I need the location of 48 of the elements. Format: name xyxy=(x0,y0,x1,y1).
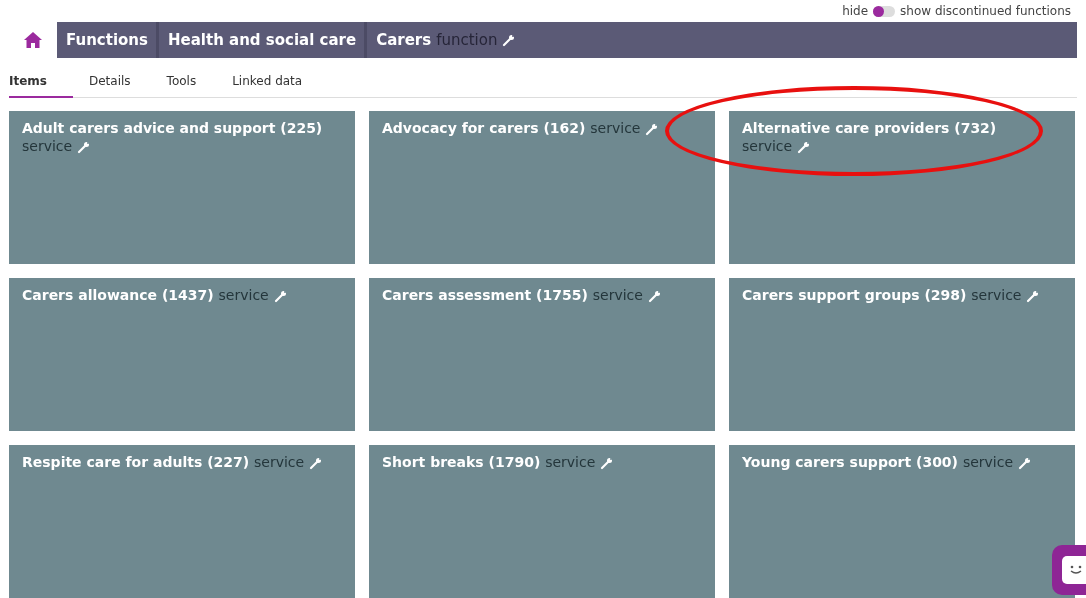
service-tile[interactable]: Carers support groups (298) service xyxy=(729,278,1075,431)
tile-title: Carers assessment (1755) xyxy=(382,287,588,303)
tab[interactable]: Items xyxy=(9,68,73,98)
tile-title: Carers allowance (1437) xyxy=(22,287,214,303)
service-tile[interactable]: Short breaks (1790) service xyxy=(369,445,715,598)
tile-title: Advocacy for carers (162) xyxy=(382,120,586,136)
breadcrumb-link[interactable]: Carers function xyxy=(367,22,524,58)
wrench-icon xyxy=(273,289,287,303)
tile-title: Alternative care providers (732) xyxy=(742,120,997,136)
service-tile[interactable]: Respite care for adults (227) service xyxy=(9,445,355,598)
wrench-icon xyxy=(647,289,661,303)
service-tile[interactable]: Advocacy for carers (162) service xyxy=(369,111,715,264)
type-label: service xyxy=(590,120,641,136)
type-label: service xyxy=(962,454,1014,470)
type-label: service xyxy=(218,287,269,303)
wrench-icon xyxy=(645,122,659,136)
tab[interactable]: Tools xyxy=(166,68,197,98)
discontinued-toggle[interactable] xyxy=(873,5,896,17)
wrench-icon xyxy=(1026,289,1040,303)
service-tile[interactable]: Adult carers advice and support (225) service xyxy=(9,111,355,264)
type-label: service xyxy=(592,287,643,303)
service-tile[interactable]: Alternative care providers (732) service xyxy=(729,111,1075,264)
tile-title: Young carers support (300) xyxy=(742,454,958,470)
service-tile[interactable]: Young carers support (300) service xyxy=(729,445,1075,598)
tile-title: Respite care for adults (227) xyxy=(22,454,250,470)
wrench-icon xyxy=(600,456,614,470)
toggle-label: hide xyxy=(842,3,869,20)
service-tile[interactable]: Carers assessment (1755) service xyxy=(369,278,715,431)
toggle-label: show discontinued functions xyxy=(900,3,1071,20)
tile-title: Carers support groups (298) xyxy=(742,287,967,303)
service-tile[interactable]: Carers allowance (1437) service xyxy=(9,278,355,431)
wrench-icon xyxy=(1017,456,1031,470)
tab[interactable]: Linked data xyxy=(232,68,303,98)
breadcrumb-link[interactable]: Functions xyxy=(57,22,159,58)
wrench-icon xyxy=(797,140,811,154)
wrench-icon xyxy=(309,456,323,470)
type-label: service xyxy=(545,454,596,470)
type-label: service xyxy=(742,138,793,154)
wrench-icon xyxy=(77,140,91,154)
breadcrumb-link[interactable]: Health and social care xyxy=(159,22,368,58)
tile-title: Short breaks (1790) xyxy=(382,454,541,470)
type-label: service xyxy=(971,287,1022,303)
type-label: service xyxy=(254,454,305,470)
smiley-icon xyxy=(1068,565,1084,575)
tab[interactable]: Details xyxy=(89,68,131,98)
type-label: service xyxy=(22,138,73,154)
tile-title: Adult carers advice and support (225) xyxy=(22,120,323,136)
wrench-icon xyxy=(502,33,516,47)
